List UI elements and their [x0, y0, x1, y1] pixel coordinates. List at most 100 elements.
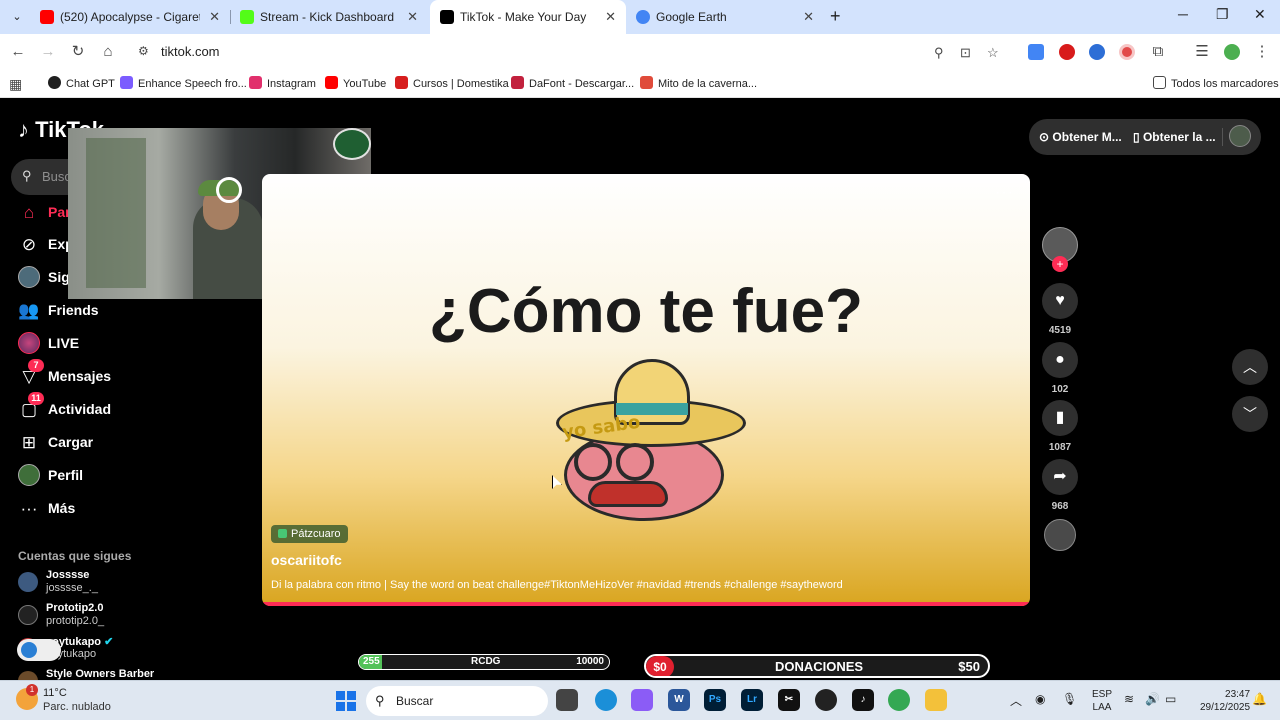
bookmark-dafont[interactable]: DaFont - Descargar...	[511, 76, 634, 90]
chevron-up-icon: ︿	[1243, 359, 1257, 375]
tab-tiktok[interactable]: TikTok - Make Your Day ✕	[430, 0, 626, 34]
copilot-icon[interactable]	[631, 689, 653, 711]
heineken-sign	[333, 128, 371, 160]
task-view-icon[interactable]	[556, 689, 578, 711]
close-icon[interactable]: ✕	[407, 9, 418, 25]
get-app-button[interactable]: ▯ Obtener la ...	[1133, 130, 1216, 144]
home-icon[interactable]: ⌂	[98, 42, 118, 62]
chevron-up-icon[interactable]: ︿	[1010, 692, 1022, 709]
language-indicator[interactable]: ESP LAA	[1092, 688, 1112, 714]
chatgpt-icon	[48, 76, 61, 89]
site-info-icon[interactable]: ⚙	[138, 44, 149, 58]
minimize-icon[interactable]: ─	[1178, 6, 1188, 22]
chrome-icon[interactable]	[888, 689, 910, 711]
location-pin-icon	[278, 529, 287, 538]
save-count: 1087	[1048, 442, 1072, 453]
close-window-icon[interactable]: ✕	[1254, 6, 1266, 23]
lightroom-icon[interactable]: Lr	[741, 689, 763, 711]
translate-extension-icon[interactable]	[1028, 44, 1044, 60]
extensions-puzzle-icon[interactable]: ⧉	[1148, 42, 1168, 62]
menu-kebab-icon[interactable]: ⋮	[1252, 42, 1272, 62]
bookmark-mito-caverna[interactable]: Mito de la caverna...	[640, 76, 757, 90]
taskbar-search[interactable]: ⚲ Buscar	[366, 686, 548, 716]
location-tag[interactable]: Pátzcuaro	[271, 525, 348, 543]
close-icon[interactable]: ✕	[605, 9, 616, 25]
battery-icon[interactable]: ▭	[1165, 692, 1176, 706]
install-app-icon[interactable]: ⊡	[960, 45, 971, 61]
avatar	[18, 605, 38, 625]
tab-youtube[interactable]: (520) Apocalypse - Cigarettes A ✕	[30, 0, 230, 34]
photoshop-icon[interactable]: Ps	[704, 689, 726, 711]
video-progress-bar[interactable]	[262, 602, 1030, 606]
loading-ring-icon	[216, 177, 242, 203]
like-button[interactable]: ♥	[1042, 283, 1078, 319]
zoom-icon[interactable]: ⚲	[934, 45, 944, 61]
clock-date: 29/12/2025	[1200, 702, 1251, 713]
close-icon[interactable]: ✕	[209, 9, 220, 25]
wifi-icon[interactable]: ≋	[1124, 692, 1134, 706]
next-video-button[interactable]: ﹀	[1232, 396, 1268, 432]
weather-description: Parc. nublado	[43, 701, 111, 713]
get-coins-button[interactable]: ⊙ Obtener M...	[1039, 130, 1122, 144]
restore-icon[interactable]: ❐	[1216, 6, 1229, 23]
notification-badge: 7	[28, 359, 44, 372]
record-extension-icon[interactable]	[1119, 44, 1135, 60]
bookmark-star-icon[interactable]: ☆	[987, 45, 999, 61]
close-icon[interactable]: ✕	[803, 9, 814, 25]
tab-search-icon[interactable]: ⌄	[6, 6, 28, 28]
share-button[interactable]: ➦	[1042, 459, 1078, 495]
weather-badge: 1	[26, 684, 38, 696]
bookmark-domestika[interactable]: Cursos | Domestika	[395, 76, 509, 90]
tiktok-app-icon[interactable]: ♪	[852, 689, 874, 711]
goal-label: RCDG	[471, 656, 501, 667]
comment-button[interactable]: ●	[1042, 342, 1078, 378]
video-author[interactable]: oscariitofc	[271, 552, 342, 568]
apps-grid-icon[interactable]: ▦	[9, 76, 22, 93]
word-icon[interactable]: W	[668, 689, 690, 711]
follow-plus-icon[interactable]: +	[1052, 256, 1068, 272]
adblock-extension-icon[interactable]	[1059, 44, 1075, 60]
avatar	[18, 572, 38, 592]
new-tab-button[interactable]: +	[830, 6, 841, 27]
wall-decor	[86, 138, 146, 288]
profile-avatar[interactable]	[1224, 44, 1240, 60]
reload-icon[interactable]: ↻	[68, 42, 88, 62]
bookmark-label: Mito de la caverna...	[658, 78, 758, 90]
tray-app-icon[interactable]: ◉	[1035, 692, 1045, 706]
bookmark-instagram[interactable]: Instagram	[249, 76, 316, 90]
start-button[interactable]	[336, 691, 356, 711]
video-player[interactable]: ··· ¿Cómo te fue? yo sabo Pátzcuaro osca…	[262, 174, 1030, 606]
more-options-icon[interactable]: ···	[995, 184, 1014, 202]
file-explorer-icon[interactable]	[925, 689, 947, 711]
forward-icon[interactable]: →	[38, 42, 58, 62]
address-bar[interactable]: ⚙ tiktok.com ⚲ ⊡ ☆	[130, 38, 1015, 66]
user-avatar[interactable]	[1229, 125, 1251, 147]
bookmark-enhance-speech[interactable]: Enhance Speech fro...	[120, 76, 247, 90]
tab-google-earth[interactable]: Google Earth ✕	[626, 0, 824, 34]
bookmark-chatgpt[interactable]: Chat GPT	[48, 76, 115, 90]
capcut-icon[interactable]: ✂	[778, 689, 800, 711]
previous-video-button[interactable]: ︿	[1232, 349, 1268, 385]
save-button[interactable]: ▮	[1042, 400, 1078, 436]
extension-icon[interactable]	[1089, 44, 1105, 60]
avatar	[18, 671, 38, 680]
tab-title: Stream - Kick Dashboard	[260, 10, 395, 24]
edge-icon[interactable]	[595, 689, 617, 711]
microphone-icon[interactable]: 🎙	[1062, 692, 1077, 706]
media-queue-icon[interactable]: ☰	[1192, 42, 1212, 62]
volume-icon[interactable]: 🔊	[1145, 692, 1160, 706]
phone-icon: ▯	[1133, 130, 1140, 144]
tab-kick[interactable]: Stream - Kick Dashboard ✕	[230, 0, 428, 34]
url-text[interactable]: tiktok.com	[161, 44, 220, 59]
bookmark-youtube[interactable]: YouTube	[325, 76, 386, 90]
kick-icon	[240, 10, 254, 24]
widget-icon	[21, 642, 37, 658]
system-clock[interactable]: 23:47 29/12/2025	[1200, 688, 1250, 714]
all-bookmarks-folder[interactable]: Todos los marcadores	[1153, 76, 1279, 90]
obs-icon[interactable]	[815, 689, 837, 711]
floating-widget[interactable]	[17, 639, 61, 661]
language-code: ESP	[1092, 689, 1113, 700]
back-icon[interactable]: ←	[8, 42, 28, 62]
notifications-icon[interactable]: 🔔	[1252, 692, 1267, 706]
music-disc-avatar[interactable]	[1044, 519, 1076, 551]
